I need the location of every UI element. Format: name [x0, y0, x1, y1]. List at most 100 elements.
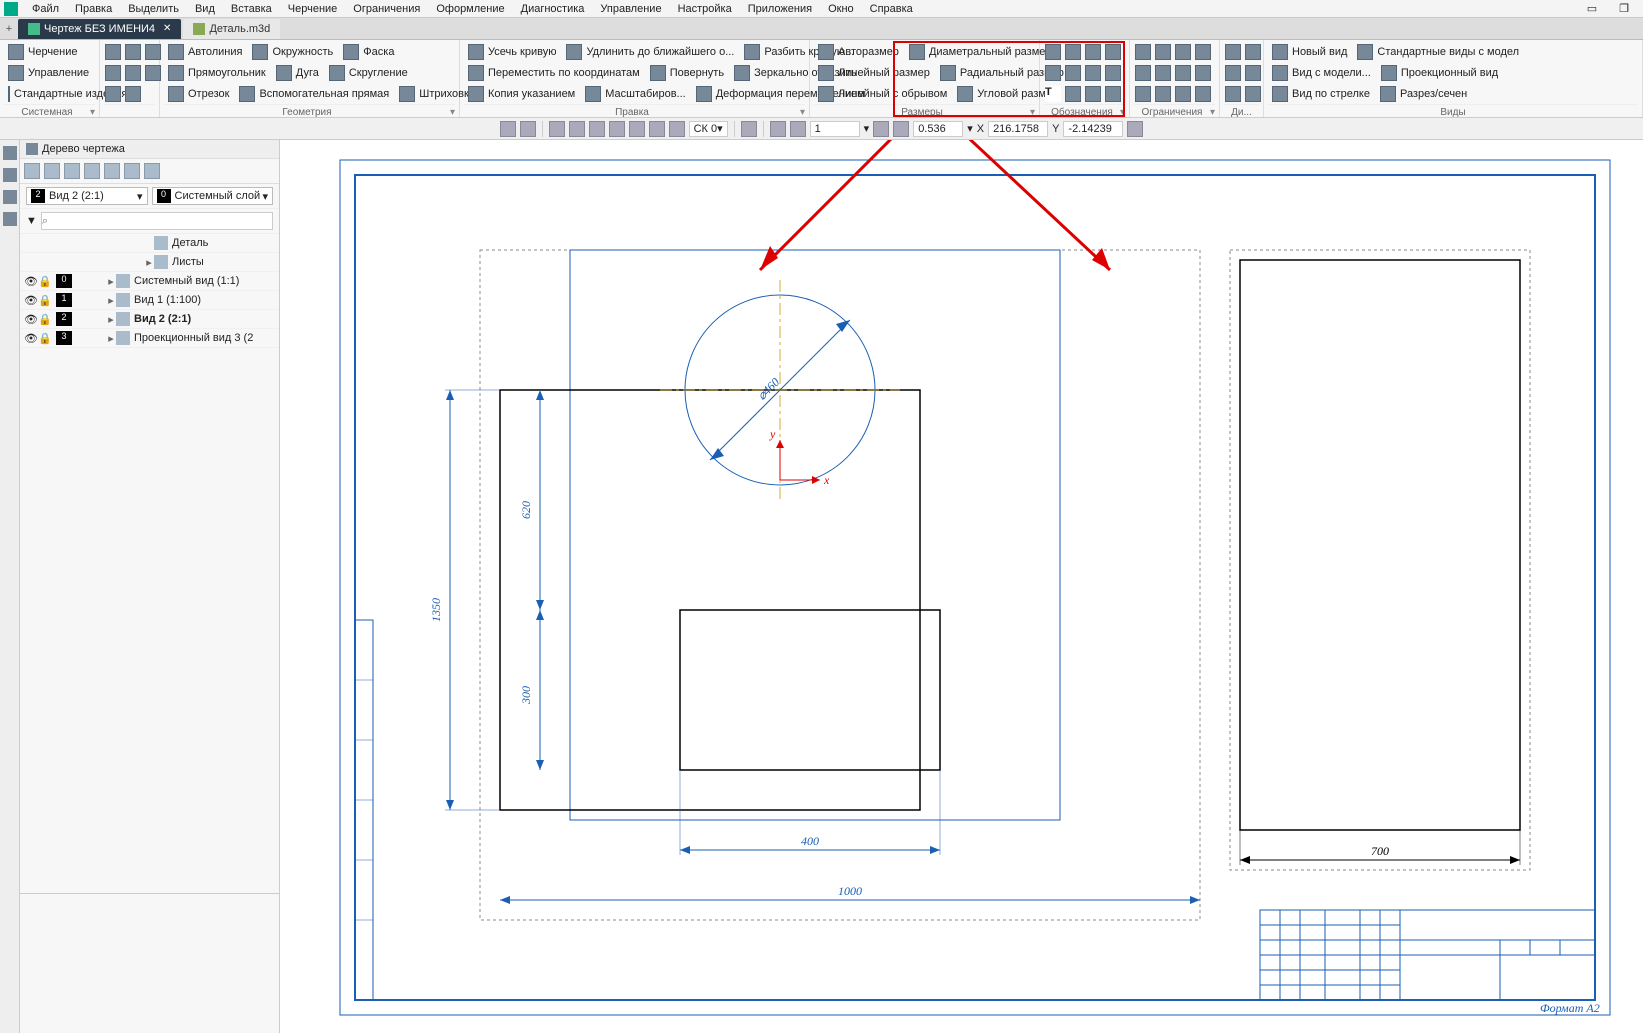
- menu-apps[interactable]: Приложения: [740, 3, 820, 15]
- tree-tb-6[interactable]: [124, 163, 140, 179]
- ann-10[interactable]: [1064, 84, 1082, 104]
- menu-view[interactable]: Вид: [187, 3, 223, 15]
- rbtn-arc[interactable]: Дуга: [272, 63, 323, 83]
- view-select[interactable]: 2Вид 2 (2:1)▾: [26, 187, 148, 205]
- menu-edit[interactable]: Правка: [67, 3, 120, 15]
- rbtn-linear[interactable]: Линейный размер: [814, 63, 934, 83]
- lock-icon[interactable]: 🔒: [38, 313, 52, 326]
- rbtn-rect[interactable]: Прямоугольник: [164, 63, 270, 83]
- rbtn-scale[interactable]: Масштабиров...: [581, 84, 689, 104]
- diag-3[interactable]: [1224, 63, 1242, 83]
- tree-tb-3[interactable]: [64, 163, 80, 179]
- rbtn-diam[interactable]: Диаметральный размер: [905, 42, 1056, 62]
- menu-select[interactable]: Выделить: [120, 3, 187, 15]
- con-4[interactable]: [1194, 42, 1212, 62]
- rbtn-section[interactable]: Разрез/сечен: [1376, 84, 1471, 104]
- lt-2[interactable]: [3, 168, 17, 182]
- sb-ic-4[interactable]: [569, 121, 585, 137]
- tree-tb-7[interactable]: [144, 163, 160, 179]
- filter-icon[interactable]: ▼: [26, 215, 37, 227]
- lt-1[interactable]: [3, 146, 17, 160]
- tree-row-3[interactable]: 👁🔒 3 ▸Проекционный вид 3 (2: [20, 329, 279, 348]
- step-input[interactable]: 1: [810, 121, 860, 137]
- tree-row-1[interactable]: 👁🔒 1 ▸Вид 1 (1:100): [20, 291, 279, 310]
- rbtn-trim[interactable]: Усечь кривую: [464, 42, 560, 62]
- qbtn-5[interactable]: [124, 63, 142, 83]
- ann-3[interactable]: [1084, 42, 1102, 62]
- ann-7[interactable]: [1084, 63, 1102, 83]
- qbtn-7[interactable]: [104, 84, 122, 104]
- qbtn-8[interactable]: [124, 84, 142, 104]
- con-9[interactable]: [1134, 84, 1152, 104]
- qbtn-2[interactable]: [124, 42, 142, 62]
- ann-6[interactable]: [1064, 63, 1082, 83]
- con-6[interactable]: [1154, 63, 1172, 83]
- menu-format[interactable]: Оформление: [428, 3, 512, 15]
- menu-help[interactable]: Справка: [862, 3, 921, 15]
- tab-drawing[interactable]: Чертеж БЕЗ ИМЕНИ4 ✕: [18, 19, 181, 39]
- filter-input[interactable]: [41, 212, 273, 230]
- ann-4[interactable]: [1104, 42, 1122, 62]
- sb-ic-6[interactable]: [609, 121, 625, 137]
- ann-5[interactable]: [1044, 63, 1062, 83]
- close-icon[interactable]: ✕: [163, 23, 171, 34]
- ann-8[interactable]: [1104, 63, 1122, 83]
- ann-1[interactable]: [1044, 42, 1062, 62]
- rbtn-drafting[interactable]: Черчение: [4, 42, 95, 62]
- rbtn-auxline[interactable]: Вспомогательная прямая: [235, 84, 393, 104]
- rbtn-newview[interactable]: Новый вид: [1268, 42, 1351, 62]
- sb-ic-10[interactable]: [741, 121, 757, 137]
- menu-draw[interactable]: Черчение: [280, 3, 346, 15]
- coord-system-select[interactable]: СК 0 ▾: [689, 121, 728, 137]
- rbtn-chamfer[interactable]: Фаска: [339, 42, 398, 62]
- rbtn-manage[interactable]: Управление: [4, 63, 95, 83]
- ann-12[interactable]: [1104, 84, 1122, 104]
- con-10[interactable]: [1154, 84, 1172, 104]
- sb-ic-3[interactable]: [549, 121, 565, 137]
- x-coord[interactable]: 216.1758: [988, 121, 1048, 137]
- rbtn-stdviews[interactable]: Стандартные виды с модел: [1353, 42, 1523, 62]
- eye-icon[interactable]: 👁: [24, 332, 38, 345]
- layer-select[interactable]: 0Системный слой▾: [152, 187, 274, 205]
- diag-1[interactable]: [1224, 42, 1242, 62]
- menu-insert[interactable]: Вставка: [223, 3, 280, 15]
- tree-row-0[interactable]: 👁🔒 0 ▸Системный вид (1:1): [20, 272, 279, 291]
- tree-tb-4[interactable]: [84, 163, 100, 179]
- con-1[interactable]: [1134, 42, 1152, 62]
- diag-6[interactable]: [1244, 84, 1262, 104]
- ann-9[interactable]: T: [1044, 84, 1062, 104]
- win-btn-2[interactable]: ❐: [1611, 2, 1637, 15]
- lt-3[interactable]: [3, 190, 17, 204]
- rbtn-move[interactable]: Переместить по координатам: [464, 63, 644, 83]
- rbtn-extend[interactable]: Удлинить до ближайшего о...: [562, 42, 738, 62]
- drawing-canvas[interactable]: ⌀460 x y 1350 620 300: [280, 140, 1643, 1033]
- rbtn-copy[interactable]: Копия указанием: [464, 84, 579, 104]
- tree-sheets-row[interactable]: ▸Листы: [20, 253, 279, 272]
- rbtn-arrowview[interactable]: Вид по стрелке: [1268, 84, 1374, 104]
- sb-ic-2[interactable]: [520, 121, 536, 137]
- tree-tb-2[interactable]: [44, 163, 60, 179]
- diag-2[interactable]: [1244, 42, 1262, 62]
- con-12[interactable]: [1194, 84, 1212, 104]
- tree-detail-row[interactable]: Деталь: [20, 234, 279, 253]
- menu-settings[interactable]: Настройка: [670, 3, 740, 15]
- menu-constraints[interactable]: Ограничения: [345, 3, 428, 15]
- ann-2[interactable]: [1064, 42, 1082, 62]
- sb-ic-7[interactable]: [629, 121, 645, 137]
- sb-ic-11[interactable]: [790, 121, 806, 137]
- rbtn-std-parts[interactable]: Стандартные изделия: [4, 84, 95, 104]
- lock-icon[interactable]: 🔒: [38, 294, 52, 307]
- zoom-in-icon[interactable]: [893, 121, 909, 137]
- qbtn-4[interactable]: [104, 63, 122, 83]
- rbtn-modelview[interactable]: Вид с модели...: [1268, 63, 1375, 83]
- rbtn-circle[interactable]: Окружность: [248, 42, 337, 62]
- snap-icon[interactable]: [770, 121, 786, 137]
- zoom-input[interactable]: 0.536: [913, 121, 963, 137]
- con-11[interactable]: [1174, 84, 1192, 104]
- menu-window[interactable]: Окно: [820, 3, 862, 15]
- zoom-out-icon[interactable]: [873, 121, 889, 137]
- sb-ic-5[interactable]: [589, 121, 605, 137]
- con-2[interactable]: [1154, 42, 1172, 62]
- rbtn-linear-half[interactable]: Линейный с обрывом: [814, 84, 951, 104]
- tab-detail[interactable]: Деталь.m3d: [183, 19, 280, 39]
